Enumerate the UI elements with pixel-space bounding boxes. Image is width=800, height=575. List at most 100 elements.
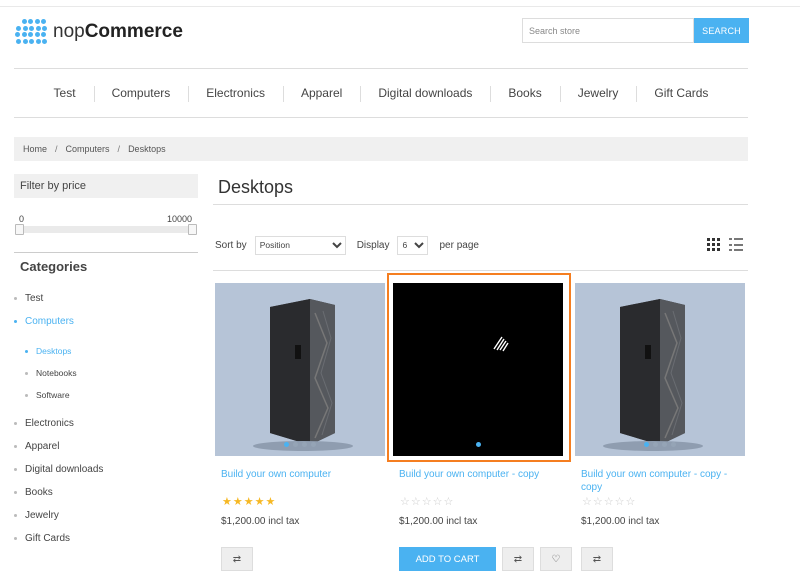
- star-icon: ☆: [443, 496, 454, 508]
- sort-by-select[interactable]: Position: [254, 235, 346, 255]
- menu-item-electronics[interactable]: Electronics: [188, 86, 283, 102]
- star-icon: ☆: [410, 496, 421, 508]
- breadcrumb-current: Desktops: [128, 144, 166, 154]
- bullet-icon: [14, 514, 17, 517]
- carousel-dot[interactable]: [293, 442, 298, 447]
- logo-dot: [21, 32, 27, 37]
- star-icon: ☆: [625, 496, 636, 508]
- logo-dot: [22, 25, 28, 31]
- logo-dot: [42, 38, 47, 44]
- logo-dot: [35, 38, 41, 44]
- search-button[interactable]: SEARCH: [694, 18, 749, 43]
- category-books[interactable]: Books: [14, 487, 53, 498]
- star-icon: ★: [232, 496, 243, 508]
- bullet-icon: [14, 422, 17, 425]
- product-image[interactable]: [575, 283, 745, 456]
- logo-dot: [41, 19, 46, 24]
- logo-text: nopCommerce: [53, 21, 183, 42]
- page-title: Desktops: [218, 177, 294, 197]
- heart-icon: ♡: [551, 553, 561, 565]
- list-view-icon[interactable]: [729, 238, 743, 251]
- product-title[interactable]: Build your own computer - copy - copy: [575, 468, 745, 494]
- product-title[interactable]: Build your own computer - copy: [393, 468, 563, 481]
- carousel-dot[interactable]: [284, 442, 289, 447]
- logo[interactable]: nopCommerce: [15, 17, 183, 47]
- category-jewelry[interactable]: Jewelry: [14, 510, 59, 521]
- menu-item-digital-downloads[interactable]: Digital downloads: [360, 86, 490, 102]
- product-buttons: ⇄: [581, 547, 613, 571]
- logo-dot: [15, 32, 20, 37]
- carousel-dot[interactable]: [302, 442, 307, 447]
- breadcrumb-home[interactable]: Home: [23, 144, 47, 154]
- menu-item-apparel[interactable]: Apparel: [282, 86, 360, 102]
- product-card: Build your own computer ★ ★ ★ ★ ★ $1,200.00 …: [215, 283, 385, 571]
- star-icon: ☆: [582, 496, 592, 508]
- product-card: Build your own computer - copy - copy ☆ ☆…: [575, 283, 745, 571]
- product-buttons: ⇄: [221, 547, 253, 571]
- logo-dot: [35, 25, 41, 31]
- product-image[interactable]: [215, 283, 385, 456]
- logo-dot: [29, 38, 34, 44]
- page-size-select[interactable]: 6: [397, 235, 429, 255]
- sidebar-divider: [14, 252, 198, 253]
- logo-dots-icon: [15, 18, 49, 46]
- carousel-dot[interactable]: [644, 442, 649, 447]
- compare-button[interactable]: ⇄: [502, 547, 534, 571]
- carousel-dot[interactable]: [311, 442, 316, 447]
- price-slider-max-handle[interactable]: [188, 224, 197, 235]
- menu-item-books[interactable]: Books: [490, 86, 559, 102]
- product-price: $1,200.00 incl tax: [399, 516, 478, 527]
- category-computers[interactable]: Computers: [14, 316, 74, 327]
- product-rating: ☆ ☆ ☆ ☆ ☆: [582, 495, 635, 508]
- server-image: [253, 299, 353, 451]
- menu-item-test[interactable]: Test: [36, 86, 94, 100]
- compare-icon: ⇄: [232, 553, 242, 565]
- star-icon: ☆: [421, 496, 432, 508]
- category-digital-downloads[interactable]: Digital downloads: [14, 464, 103, 475]
- star-icon: ☆: [400, 496, 410, 508]
- price-slider[interactable]: [15, 224, 197, 235]
- logo-dot: [16, 38, 21, 44]
- title-divider: [213, 204, 748, 205]
- category-test[interactable]: Test: [14, 293, 43, 304]
- filter-by-price-title: Filter by price: [14, 174, 198, 198]
- wishlist-button[interactable]: ♡: [540, 547, 572, 571]
- logo-dot: [29, 25, 34, 31]
- product-toolbar: Sort by Position Display 6 per page: [215, 235, 479, 255]
- menu-bottom-divider: [14, 117, 748, 118]
- add-to-cart-button[interactable]: ADD TO CART: [399, 547, 496, 571]
- breadcrumb-computers[interactable]: Computers: [66, 144, 110, 154]
- bullet-icon: [25, 371, 28, 375]
- carousel-dot[interactable]: [671, 442, 676, 447]
- category-apparel[interactable]: Apparel: [14, 441, 59, 452]
- search-input[interactable]: [522, 18, 694, 43]
- compare-button[interactable]: ⇄: [221, 547, 253, 571]
- per-page-label: per page: [439, 239, 479, 251]
- server-image: [603, 299, 703, 451]
- top-menu: Test Computers Electronics Apparel Digit…: [14, 69, 748, 117]
- breadcrumb-separator: /: [117, 144, 121, 154]
- product-title[interactable]: Build your own computer: [215, 468, 385, 481]
- menu-item-computers[interactable]: Computers: [93, 86, 189, 102]
- category-desktops[interactable]: Desktops: [25, 346, 71, 356]
- menu-item-gift-cards[interactable]: Gift Cards: [636, 86, 726, 102]
- category-software[interactable]: Software: [25, 390, 70, 400]
- image-carousel-dots: [575, 442, 745, 447]
- selection-highlight: [387, 273, 571, 462]
- compare-button[interactable]: ⇄: [581, 547, 613, 571]
- carousel-dot[interactable]: [662, 442, 667, 447]
- toolbar-divider: [213, 270, 748, 271]
- view-mode-switch: [707, 238, 743, 251]
- category-gift-cards[interactable]: Gift Cards: [14, 533, 70, 544]
- star-icon: ★: [254, 496, 265, 508]
- grid-view-icon[interactable]: [707, 238, 720, 251]
- bullet-icon: [14, 491, 17, 494]
- category-electronics[interactable]: Electronics: [14, 418, 74, 429]
- carousel-dot[interactable]: [653, 442, 658, 447]
- category-notebooks[interactable]: Notebooks: [25, 368, 77, 378]
- logo-dot: [41, 32, 46, 37]
- bullet-icon: [14, 445, 17, 448]
- menu-item-jewelry[interactable]: Jewelry: [559, 86, 637, 102]
- product-rating: ☆ ☆ ☆ ☆ ☆: [400, 495, 453, 508]
- price-slider-min-handle[interactable]: [15, 224, 24, 235]
